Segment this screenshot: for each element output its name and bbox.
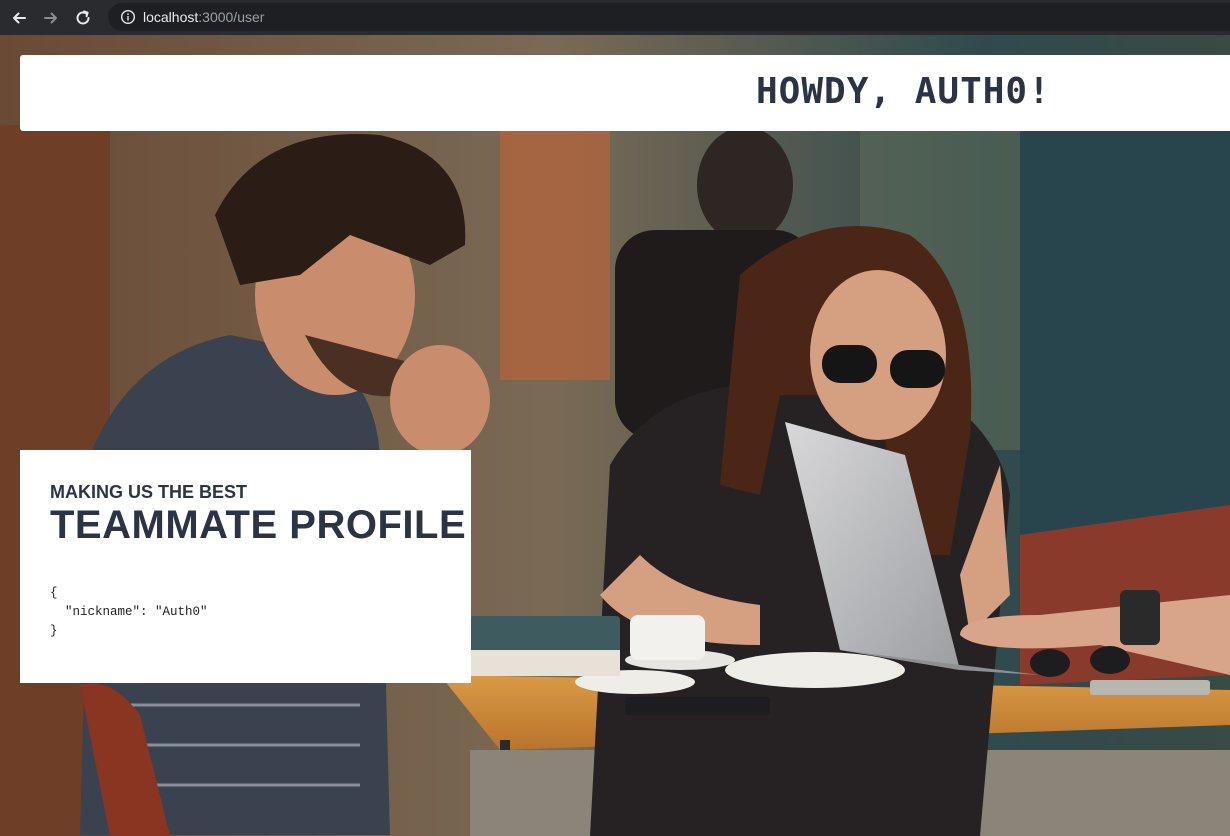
json-line: { <box>50 586 58 600</box>
json-line: "nickname": "Auth0" <box>50 605 208 619</box>
back-button[interactable] <box>6 5 32 31</box>
info-icon[interactable] <box>120 9 136 25</box>
url-host: localhost <box>143 9 199 25</box>
background-photo <box>0 35 1230 836</box>
greeting-title: HOWDY, AUTH0! <box>756 71 1051 112</box>
forward-arrow-icon <box>44 12 57 23</box>
back-arrow-icon <box>13 12 26 23</box>
page-viewport: HOWDY, AUTH0! MAKING US THE BEST TEAMMAT… <box>0 35 1230 836</box>
json-line: } <box>50 624 58 638</box>
forward-button[interactable] <box>38 5 64 31</box>
card-kicker: MAKING US THE BEST <box>50 482 248 502</box>
header-banner: HOWDY, AUTH0! <box>20 55 1230 131</box>
reload-button[interactable] <box>70 5 96 31</box>
profile-card: MAKING US THE BEST TEAMMATE PROFILE { "n… <box>20 450 471 683</box>
card-title: TEAMMATE PROFILE <box>50 503 467 547</box>
browser-toolbar: localhost:3000/user <box>0 0 1230 35</box>
address-bar[interactable]: localhost:3000/user <box>108 3 1230 31</box>
reload-icon <box>76 10 90 24</box>
url-path: :3000/user <box>198 9 265 25</box>
profile-json: { "nickname": "Auth0"} <box>50 584 208 641</box>
